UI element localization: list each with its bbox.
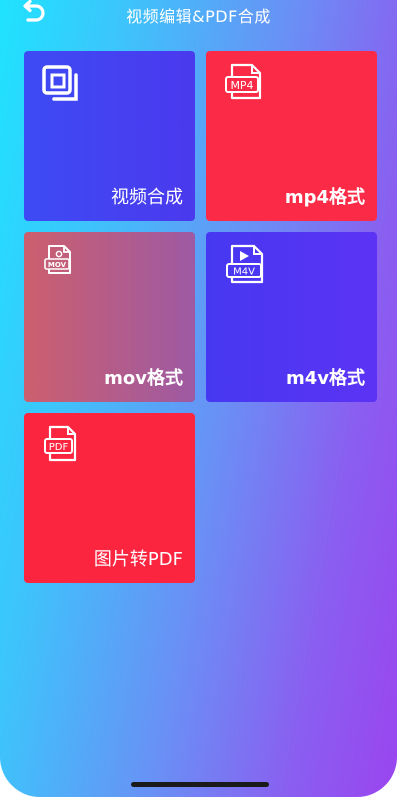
pdf-file-icon: PDF (44, 425, 77, 462)
mp4-format-tile[interactable]: MP4 mp4格式 (206, 51, 377, 221)
app-screen: 视频编辑&PDF合成 视频合成 MP4 mp4格式 MOV mov格式 M4V … (0, 0, 397, 797)
video-merge-tile[interactable]: 视频合成 (24, 51, 195, 221)
page-title: 视频编辑&PDF合成 (126, 7, 271, 26)
mp4-format-label: mp4格式 (284, 187, 365, 208)
mov-format-tile[interactable]: MOV mov格式 (24, 232, 195, 402)
image-to-pdf-label: 图片转PDF (93, 549, 183, 570)
mp4-file-icon: MP4 (225, 63, 262, 100)
m4v-format-tile[interactable]: M4V m4v格式 (206, 232, 377, 402)
mov-file-icon: MOV (44, 245, 71, 274)
image-to-pdf-tile[interactable]: PDF 图片转PDF (24, 413, 195, 583)
svg-text:PDF: PDF (49, 442, 69, 453)
mov-format-label: mov格式 (104, 368, 183, 389)
svg-text:MP4: MP4 (230, 79, 253, 92)
header: 视频编辑&PDF合成 (0, 0, 397, 30)
video-merge-label: 视频合成 (111, 187, 183, 208)
home-indicator[interactable] (131, 782, 269, 787)
m4v-format-label: m4v格式 (285, 368, 365, 389)
video-merge-icon (42, 65, 78, 101)
svg-text:M4V: M4V (233, 267, 255, 278)
m4v-file-icon: M4V (226, 244, 264, 284)
svg-text:MOV: MOV (48, 261, 67, 269)
